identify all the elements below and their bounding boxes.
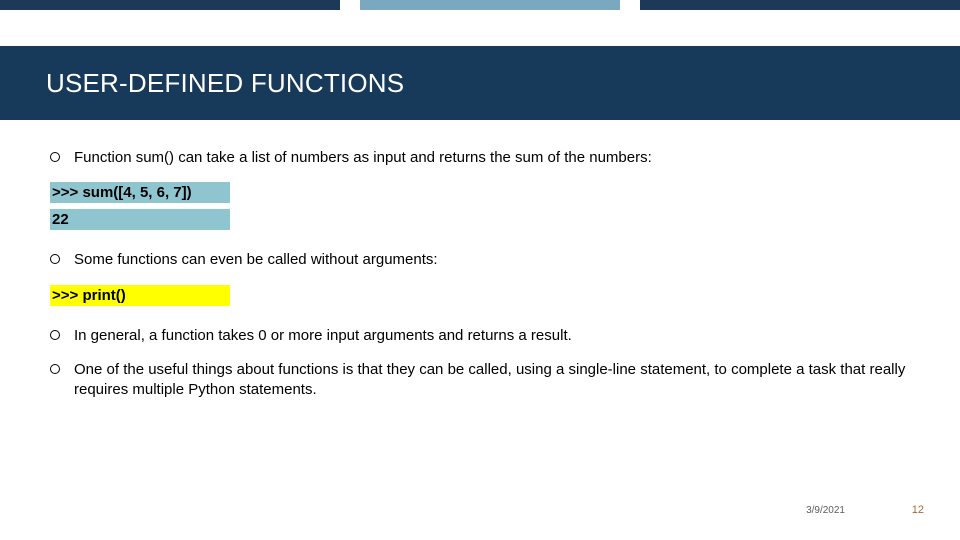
bullet-text: One of the useful things about functions…	[74, 360, 910, 401]
bullet-item: Some functions can even be called withou…	[50, 250, 910, 270]
bullet-icon	[50, 330, 60, 340]
bullet-icon	[50, 152, 60, 162]
accent-bar-light	[360, 0, 620, 10]
bullet-item: One of the useful things about functions…	[50, 360, 910, 401]
code-output: 22	[50, 209, 230, 230]
accent-gap-2	[620, 0, 640, 10]
footer-date: 3/9/2021	[806, 505, 845, 516]
code-block-2: >>> print()	[50, 285, 910, 312]
footer-page-number: 12	[912, 504, 924, 516]
bullet-text: In general, a function takes 0 or more i…	[74, 326, 572, 346]
bullet-icon	[50, 364, 60, 374]
slide-content: Function sum() can take a list of number…	[0, 120, 960, 400]
bullet-icon	[50, 254, 60, 264]
top-accent-bars	[0, 0, 960, 10]
accent-bar-dark-1	[0, 0, 340, 10]
accent-gap-1	[340, 0, 360, 10]
accent-bar-dark-2	[640, 0, 960, 10]
code-line: >>> sum([4, 5, 6, 7])	[50, 182, 230, 203]
bullet-text: Some functions can even be called withou…	[74, 250, 438, 270]
bullet-item: In general, a function takes 0 or more i…	[50, 326, 910, 346]
slide-title: USER-DEFINED FUNCTIONS	[46, 68, 404, 99]
code-block-1: >>> sum([4, 5, 6, 7]) 22	[50, 182, 910, 236]
title-band: USER-DEFINED FUNCTIONS	[0, 46, 960, 120]
code-line: >>> print()	[50, 285, 230, 306]
bullet-item: Function sum() can take a list of number…	[50, 148, 910, 168]
bullet-text: Function sum() can take a list of number…	[74, 148, 652, 168]
